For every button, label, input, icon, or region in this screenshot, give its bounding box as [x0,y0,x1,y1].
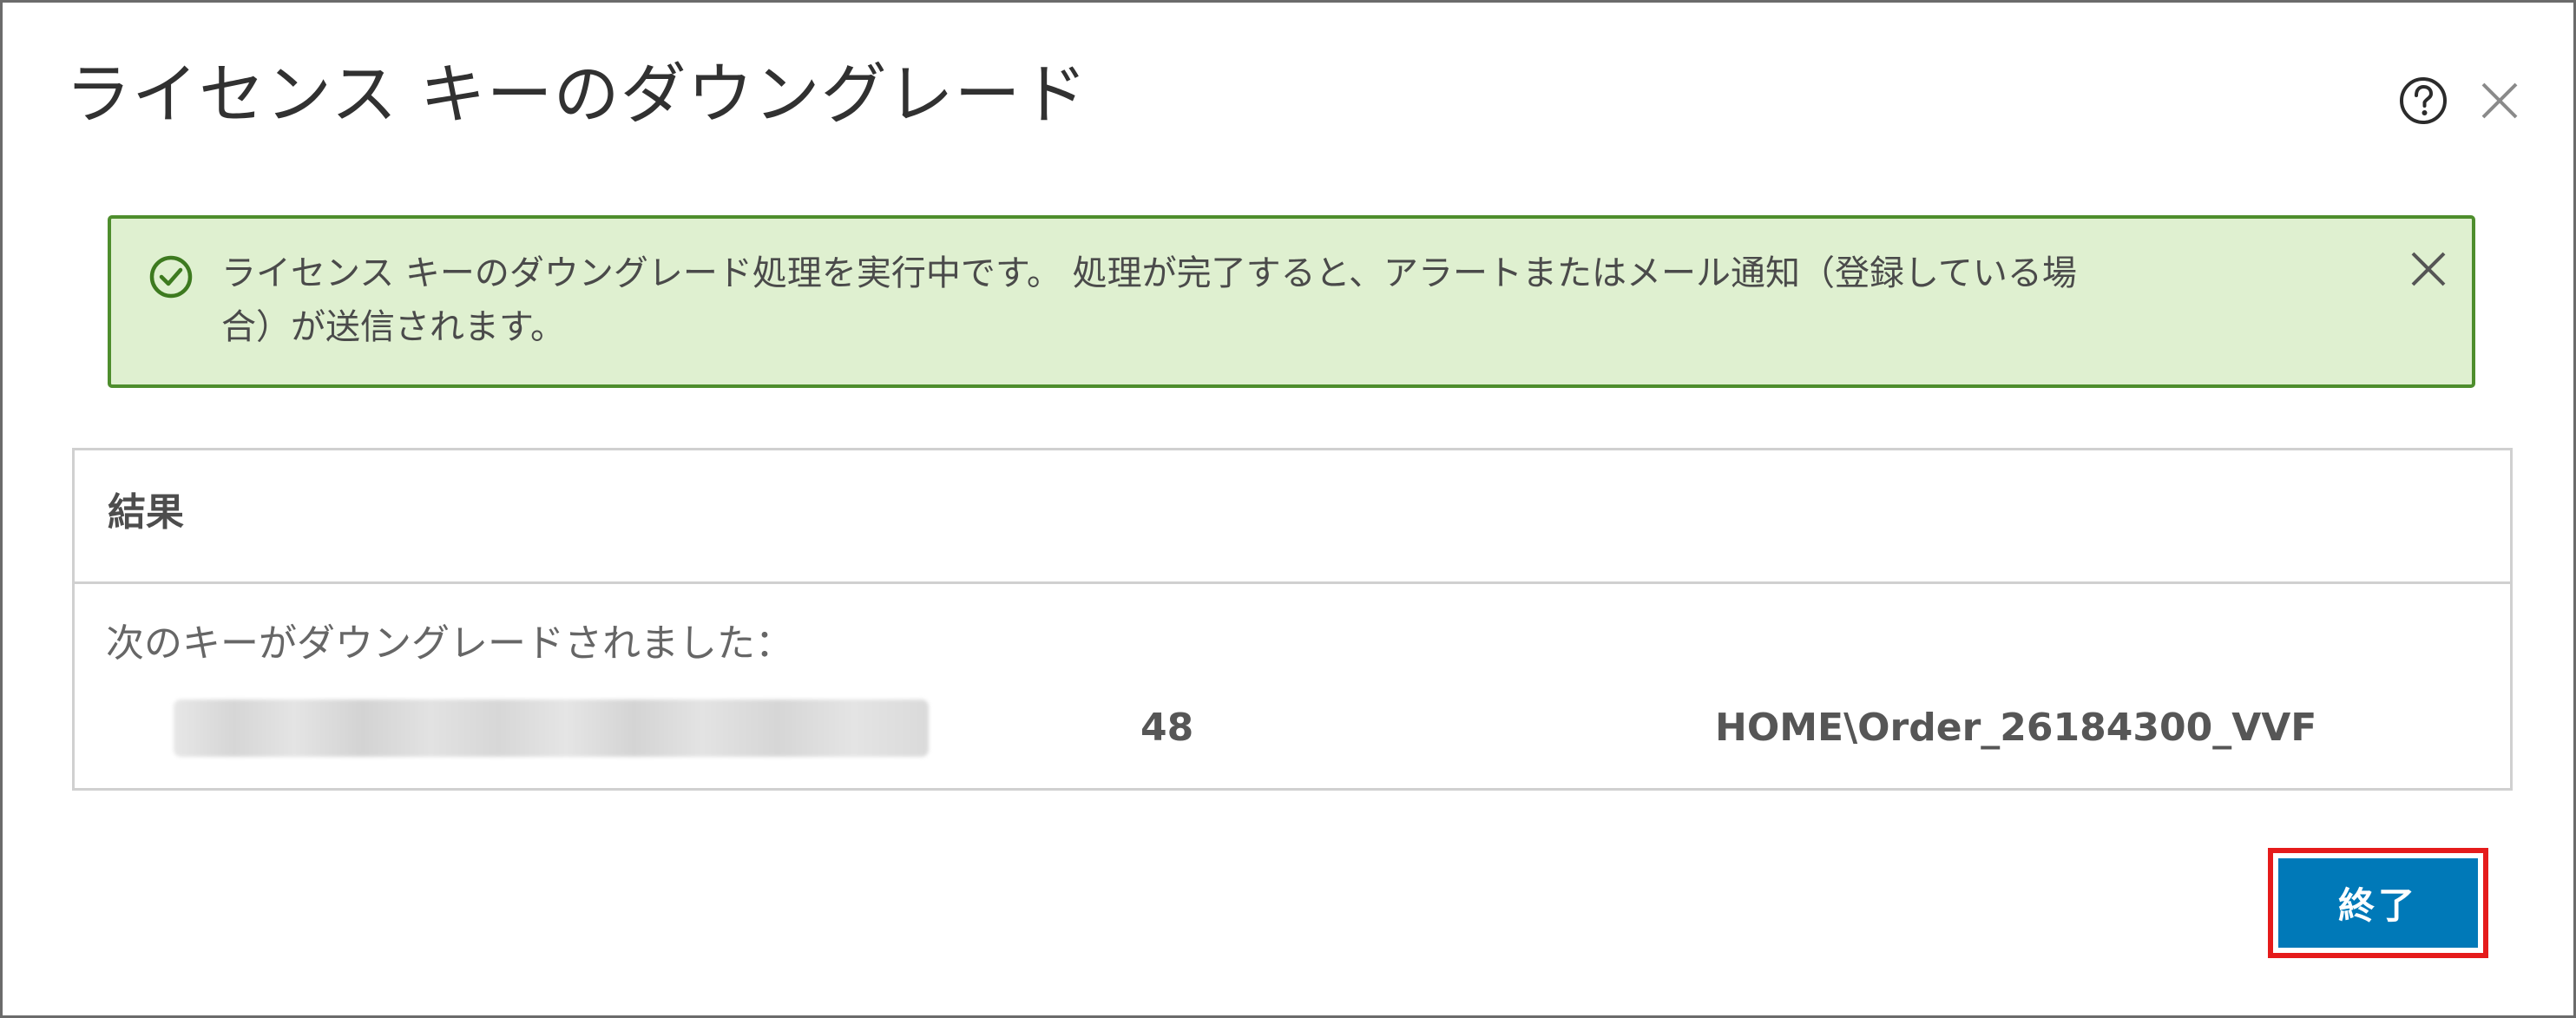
result-heading: 結果 [108,490,184,535]
finish-button[interactable]: 終了 [2278,858,2478,948]
alert-message-line-1: ライセンス キーのダウングレード処理を実行中です。 処理が完了すると、アラートま… [221,253,2077,293]
success-alert: ライセンス キーのダウングレード処理を実行中です。 処理が完了すると、アラートま… [108,215,2475,388]
downgrade-dialog: ライセンス キーのダウングレード ライセンス キーのダウングレード処理を実行中で… [0,0,2576,1018]
dialog-title: ライセンス キーのダウングレード [65,56,1088,133]
redacted-license-key [174,699,929,757]
help-icon[interactable] [2398,76,2448,126]
alert-close-icon[interactable] [2408,248,2449,290]
key-order-name: HOME\Order_26184300_VVF [1715,706,2317,750]
result-header: 結果 [75,450,2510,584]
key-count: 48 [1140,706,1194,750]
result-panel: 結果 次のキーがダウングレードされました： 48 HOME\Order_2618… [72,448,2513,791]
alert-message: ライセンス キーのダウングレード処理を実行中です。 処理が完了すると、アラートま… [221,246,2443,354]
close-icon[interactable] [2476,77,2523,124]
result-message: 次のキーがダウングレードされました： [106,621,793,666]
check-circle-icon [148,253,194,300]
alert-message-line-2: 合）が送信されます。 [221,307,565,347]
